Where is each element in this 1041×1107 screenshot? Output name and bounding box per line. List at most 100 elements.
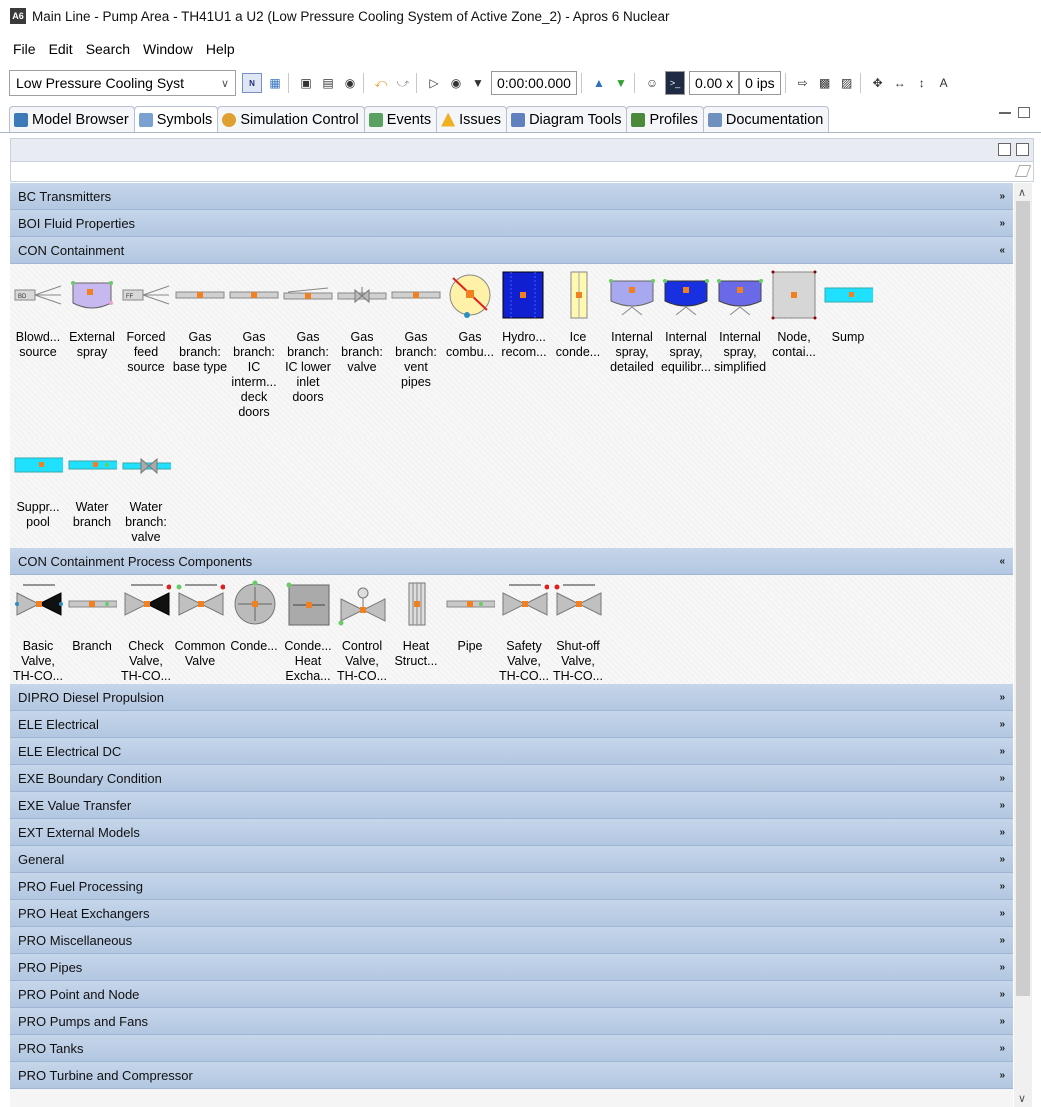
symbol-item[interactable]: Node, contai...: [768, 270, 820, 438]
clear-filter-icon[interactable]: [1014, 165, 1032, 177]
menu-help[interactable]: Help: [206, 41, 235, 57]
smiley-icon[interactable]: ☺: [643, 74, 661, 92]
symbol-item[interactable]: Conde...: [228, 579, 280, 684]
symbol-item[interactable]: Conde... Heat Excha...: [282, 579, 334, 684]
symbol-item[interactable]: Gas branch: IC interm... deck doors: [228, 270, 280, 438]
symbol-item[interactable]: Ice conde...: [552, 270, 604, 438]
condenser-heat-exchanger-icon: [283, 579, 333, 629]
symbol-item[interactable]: Sump: [822, 270, 874, 438]
menu-edit[interactable]: Edit: [49, 41, 73, 57]
tab-label: Documentation: [725, 111, 824, 128]
model-combo[interactable]: Low Pressure Cooling Syst ∨: [9, 70, 236, 96]
category-header[interactable]: PRO Turbine and Compressor »: [10, 1062, 1013, 1089]
camera-icon[interactable]: ◉: [341, 74, 359, 92]
redo-icon[interactable]: ⤻: [394, 74, 412, 92]
symbol-item[interactable]: Gas branch: valve: [336, 270, 388, 438]
scroll-down-icon[interactable]: ∨: [1018, 1092, 1026, 1105]
speed-box[interactable]: 0.00 x: [688, 71, 740, 95]
tab-symbols[interactable]: Symbols: [133, 106, 219, 132]
category-label: ELE Electrical DC: [18, 743, 122, 759]
triangle-down-icon[interactable]: ▼: [469, 74, 487, 92]
category-header[interactable]: DIPRO Diesel Propulsion »: [10, 684, 1013, 711]
category-header[interactable]: EXE Boundary Condition »: [10, 765, 1013, 792]
symbol-item[interactable]: Control Valve, TH-CO...: [336, 579, 388, 684]
step-icon[interactable]: ◉: [447, 74, 465, 92]
category-header[interactable]: PRO Miscellaneous »: [10, 927, 1013, 954]
category-header[interactable]: EXE Value Transfer »: [10, 792, 1013, 819]
category-header-con-containment[interactable]: CON Containment «: [10, 237, 1013, 264]
category-header[interactable]: General »: [10, 846, 1013, 873]
symbol-item[interactable]: Gas branch: vent pipes: [390, 270, 442, 438]
scrollbar-thumb[interactable]: [1016, 201, 1030, 996]
tab-profiles[interactable]: Profiles: [626, 106, 704, 132]
symbol-item[interactable]: Gas branch: base type: [173, 270, 227, 438]
menu-window[interactable]: Window: [143, 41, 193, 57]
category-header[interactable]: PRO Tanks »: [10, 1035, 1013, 1062]
category-header[interactable]: BC Transmitters »: [10, 183, 1013, 210]
tab-simulation-control[interactable]: Simulation Control: [217, 106, 365, 132]
undo-icon[interactable]: ⤺: [372, 74, 390, 92]
symbol-item[interactable]: Internal spray, equilibr...: [660, 270, 712, 438]
category-header[interactable]: ELE Electrical DC »: [10, 738, 1013, 765]
category-header[interactable]: PRO Point and Node »: [10, 981, 1013, 1008]
symbol-item[interactable]: Suppr... pool: [12, 440, 64, 548]
category-header[interactable]: EXT External Models »: [10, 819, 1013, 846]
symbol-item[interactable]: Check Valve, TH-CO...: [120, 579, 172, 684]
symbol-item[interactable]: Internal spray, simplified: [714, 270, 766, 438]
maximize-view-icon[interactable]: [1018, 107, 1030, 118]
tab-diagram-tools[interactable]: Diagram Tools: [506, 106, 628, 132]
symbol-item[interactable]: FF Forced feed source: [120, 270, 172, 438]
minimize-view-icon[interactable]: [999, 112, 1011, 114]
horizontal-arrows-icon[interactable]: ↔: [891, 74, 909, 92]
symbol-item[interactable]: Safety Valve, TH-CO...: [498, 579, 550, 684]
tab-events[interactable]: Events: [363, 106, 438, 132]
scroll-up-icon[interactable]: ∧: [1018, 186, 1026, 199]
layout2-icon[interactable]: ▨: [838, 74, 856, 92]
move-icon[interactable]: ✥: [869, 74, 887, 92]
symbol-item[interactable]: Basic Valve, TH-CO...: [12, 579, 64, 684]
snapshot-icon[interactable]: ▤: [319, 74, 337, 92]
symbol-item[interactable]: Shut-off Valve, TH-CO...: [552, 579, 604, 684]
category-header[interactable]: BOI Fluid Properties »: [10, 210, 1013, 237]
play-icon[interactable]: ▷: [425, 74, 443, 92]
filter-input[interactable]: [10, 161, 1034, 182]
symbol-item[interactable]: Water branch: valve: [120, 440, 172, 548]
category-header-con-process[interactable]: CON Containment Process Components «: [10, 548, 1013, 575]
symbol-item[interactable]: Branch: [66, 579, 118, 684]
symbol-item[interactable]: Heat Struct...: [390, 579, 442, 684]
symbol-item[interactable]: Gas combu...: [444, 270, 496, 438]
symbol-item[interactable]: Hydro... recom...: [498, 270, 550, 438]
category-header[interactable]: PRO Pumps and Fans »: [10, 1008, 1013, 1035]
symbol-item[interactable]: Pipe: [444, 579, 496, 684]
text-icon[interactable]: A: [935, 74, 953, 92]
export-icon[interactable]: ⇨: [794, 74, 812, 92]
category-header[interactable]: PRO Fuel Processing »: [10, 873, 1013, 900]
nuclear-icon[interactable]: N: [242, 73, 262, 93]
symbol-item[interactable]: External spray: [66, 270, 118, 438]
record-icon[interactable]: ▣: [297, 74, 315, 92]
expand-all-icon[interactable]: [1016, 143, 1029, 156]
category-header[interactable]: PRO Pipes »: [10, 954, 1013, 981]
ips-box[interactable]: 0 ips: [739, 71, 781, 95]
vertical-arrows-icon[interactable]: ↕: [913, 74, 931, 92]
collapse-all-icon[interactable]: [998, 143, 1011, 156]
category-header[interactable]: ELE Electrical »: [10, 711, 1013, 738]
network-icon[interactable]: ▦: [266, 74, 284, 92]
tab-documentation[interactable]: Documentation: [702, 106, 830, 132]
layout-icon[interactable]: ▩: [816, 74, 834, 92]
tab-model-browser[interactable]: Model Browser: [9, 106, 135, 132]
symbol-item[interactable]: BD Blowd... source: [12, 270, 64, 438]
symbol-item[interactable]: Common Valve: [174, 579, 226, 684]
symbol-item[interactable]: Internal spray, detailed: [606, 270, 658, 438]
ic-save-icon[interactable]: ▼: [612, 74, 630, 92]
symbol-item[interactable]: Water branch: [66, 440, 118, 548]
symbol-item[interactable]: Gas branch: IC lower inlet doors: [282, 270, 334, 438]
tab-issues[interactable]: Issues: [436, 106, 508, 132]
ic-load-icon[interactable]: ▲: [590, 74, 608, 92]
model-combo-value: Low Pressure Cooling Syst: [16, 75, 185, 91]
menu-search[interactable]: Search: [86, 41, 130, 57]
menu-file[interactable]: File: [13, 41, 36, 57]
console-icon[interactable]: >_: [664, 71, 685, 95]
vertical-scrollbar[interactable]: ∧ ∨: [1014, 183, 1032, 1107]
category-header[interactable]: PRO Heat Exchangers »: [10, 900, 1013, 927]
